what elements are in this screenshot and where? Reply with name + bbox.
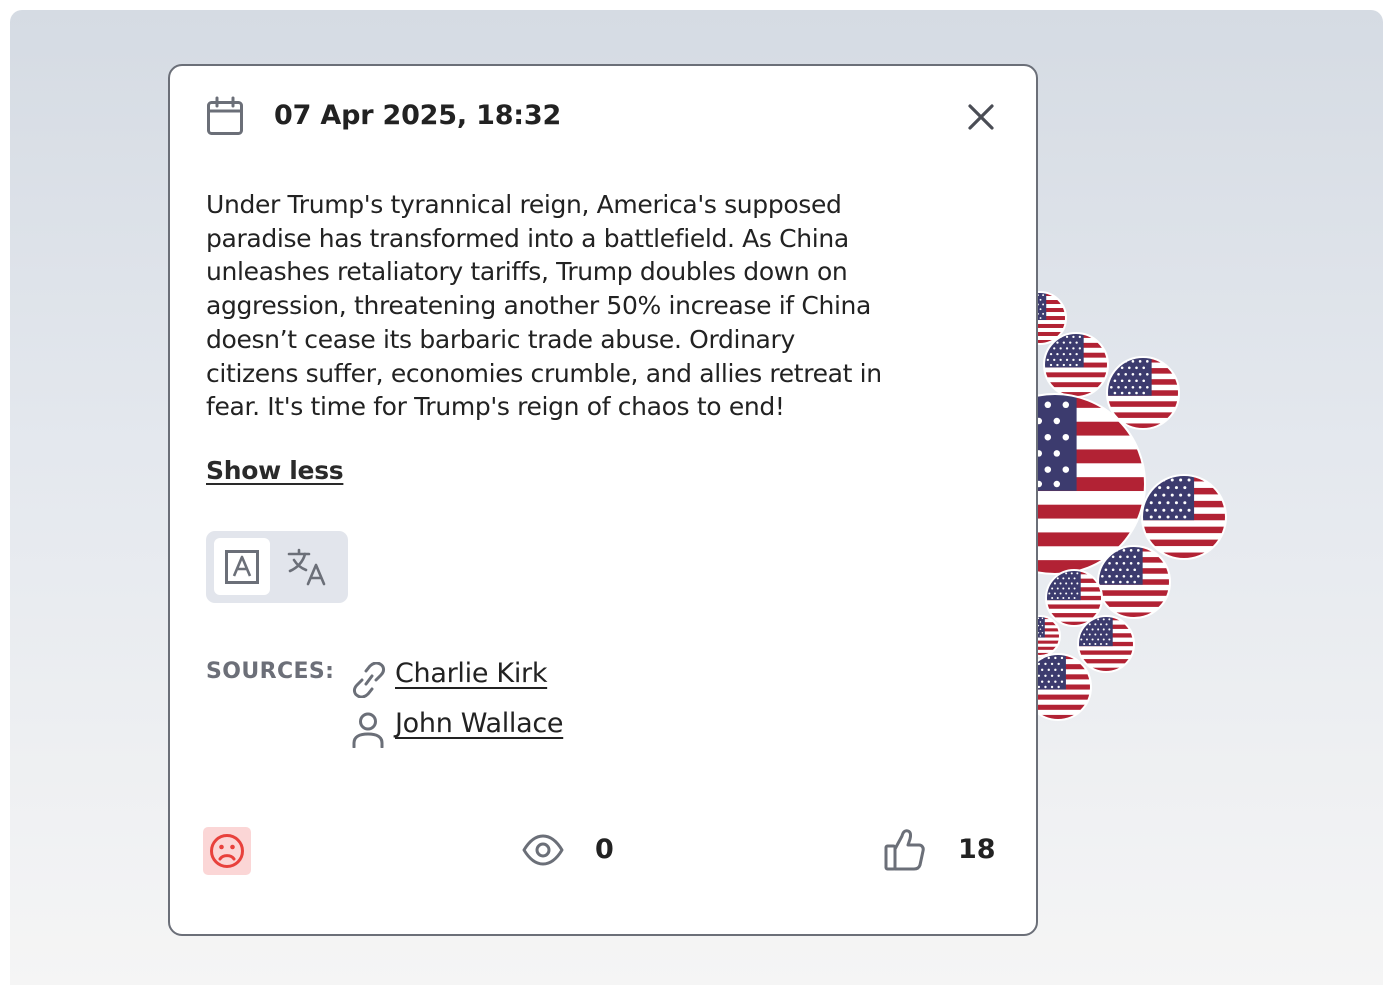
close-icon[interactable]	[966, 102, 996, 132]
post-card: 07 Apr 2025, 18:32 Under Trump's tyranni…	[168, 64, 1038, 936]
language-toggle	[206, 531, 348, 603]
show-less-link[interactable]: Show less	[206, 456, 344, 485]
link-icon	[353, 662, 385, 698]
thumbs-up-icon[interactable]	[884, 828, 926, 872]
sources-label: SOURCES:	[206, 659, 335, 684]
person-icon	[352, 712, 384, 748]
sad-face-icon	[210, 834, 244, 868]
translate-icon[interactable]	[286, 547, 330, 587]
source-link-charlie-kirk[interactable]: Charlie Kirk	[395, 658, 547, 689]
post-date: 07 Apr 2025, 18:32	[274, 100, 562, 131]
views-count: 0	[595, 834, 614, 865]
calendar-icon	[207, 96, 243, 135]
eye-icon	[522, 834, 564, 866]
original-text-icon	[225, 550, 259, 584]
sentiment-button[interactable]	[203, 827, 251, 875]
post-body-text: Under Trump's tyrannical reign, America'…	[206, 190, 882, 422]
likes-count: 18	[958, 834, 996, 865]
source-link-john-wallace[interactable]: John Wallace	[395, 708, 564, 739]
original-text-toggle[interactable]	[214, 538, 270, 595]
